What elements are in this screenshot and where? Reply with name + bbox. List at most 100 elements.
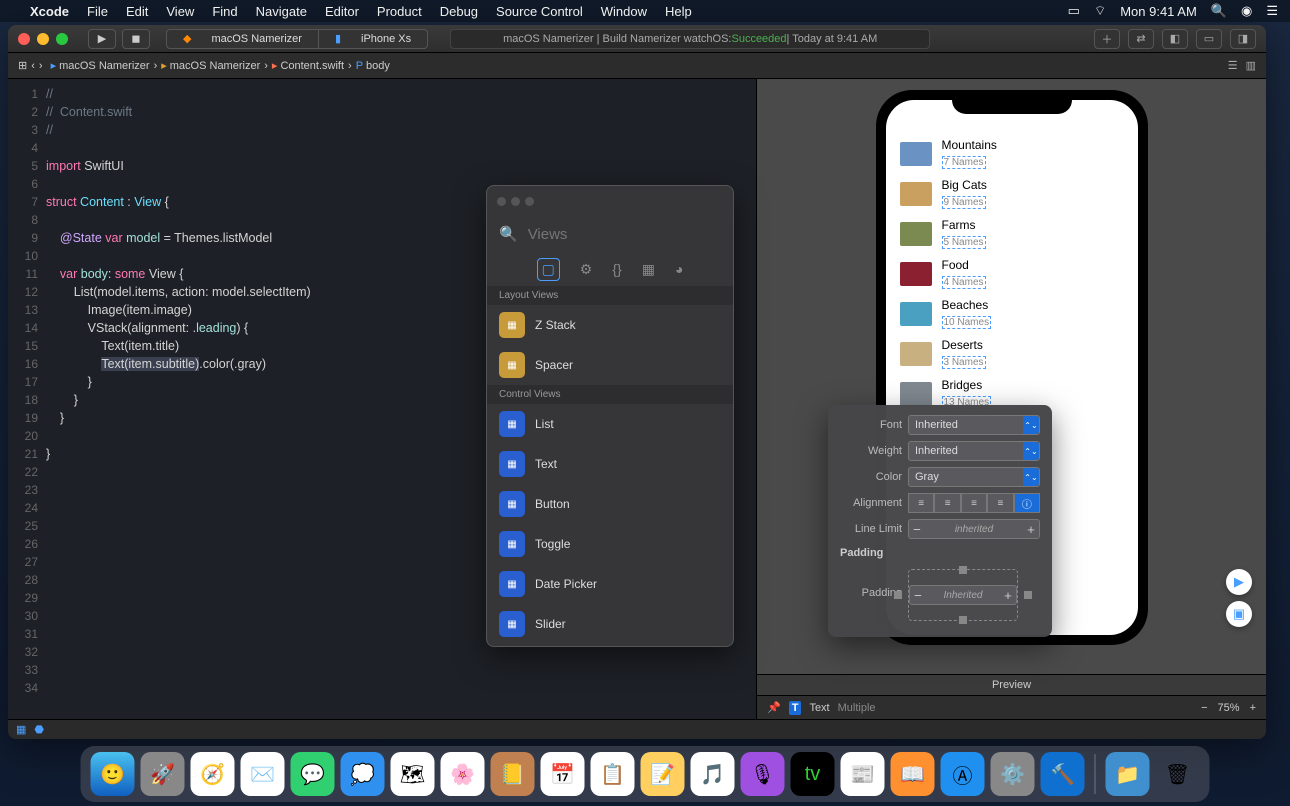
align-justify-button[interactable]: ≡ bbox=[987, 493, 1013, 513]
window-close-button[interactable] bbox=[18, 33, 30, 45]
padding-handle-top[interactable] bbox=[959, 566, 967, 574]
library-item[interactable]: ▦List bbox=[487, 404, 733, 444]
font-select[interactable]: Inherited⌃⌄ bbox=[908, 415, 1040, 435]
library-item[interactable]: ▦Text bbox=[487, 444, 733, 484]
list-row[interactable]: Food4 Names bbox=[886, 254, 1138, 294]
list-row[interactable]: Mountains7 Names bbox=[886, 134, 1138, 174]
library-item[interactable]: ▦Z Stack bbox=[487, 305, 733, 345]
colors-tab-icon[interactable]: ◕ bbox=[675, 261, 683, 277]
library-search-input[interactable] bbox=[528, 226, 727, 243]
dock-app-photos[interactable]: 🌸 bbox=[441, 752, 485, 796]
list-row[interactable]: Farms5 Names bbox=[886, 214, 1138, 254]
window-zoom-button[interactable] bbox=[56, 33, 68, 45]
line-limit-stepper[interactable]: −inherited+ bbox=[908, 519, 1040, 539]
menu-navigate[interactable]: Navigate bbox=[256, 4, 307, 19]
dock-app-tv[interactable]: tv bbox=[791, 752, 835, 796]
dock-app-xcode[interactable]: 🔨 bbox=[1041, 752, 1085, 796]
airplay-icon[interactable]: ▭ bbox=[1068, 3, 1080, 19]
align-trailing-button[interactable]: ≡ bbox=[961, 493, 987, 513]
breadcrumb[interactable]: ▸macOS Namerizer bbox=[161, 59, 260, 72]
dock-app-finder[interactable]: 🙂 bbox=[91, 752, 135, 796]
menu-source-control[interactable]: Source Control bbox=[496, 4, 583, 19]
toggle-breakpoints-icon[interactable]: ▦ bbox=[16, 723, 26, 736]
list-row[interactable]: Big Cats9 Names bbox=[886, 174, 1138, 214]
dock-app-launchpad[interactable]: 🚀 bbox=[141, 752, 185, 796]
breadcrumb[interactable]: P body bbox=[356, 60, 390, 72]
align-info-button[interactable]: ⓘ bbox=[1014, 493, 1040, 513]
live-preview-button[interactable]: ▶ bbox=[1226, 569, 1252, 595]
dock-app-music[interactable]: 🎵 bbox=[691, 752, 735, 796]
modifiers-tab-icon[interactable]: ⚙ bbox=[580, 261, 593, 278]
dock-app-messages[interactable]: 💬 bbox=[291, 752, 335, 796]
adjust-editor-icon[interactable]: ▥ bbox=[1246, 59, 1256, 72]
toggle-debug-button[interactable]: ▭ bbox=[1196, 29, 1222, 49]
nav-back-icon[interactable]: ‹ bbox=[31, 60, 35, 72]
padding-handle-left[interactable] bbox=[894, 591, 902, 599]
menu-edit[interactable]: Edit bbox=[126, 4, 148, 19]
code-review-button[interactable]: ⇄ bbox=[1128, 29, 1154, 49]
debug-step-icon[interactable]: ⬣ bbox=[34, 723, 44, 736]
menu-find[interactable]: Find bbox=[212, 4, 237, 19]
padding-stepper[interactable]: −Inherited+ bbox=[909, 585, 1017, 605]
menu-view[interactable]: View bbox=[166, 4, 194, 19]
siri-icon[interactable]: ◉ bbox=[1241, 3, 1252, 19]
related-items-icon[interactable]: ⊞ bbox=[18, 59, 27, 72]
align-leading-button[interactable]: ≡ bbox=[908, 493, 934, 513]
dock-app-books[interactable]: 📖 bbox=[891, 752, 935, 796]
menu-help[interactable]: Help bbox=[665, 4, 692, 19]
views-tab-icon[interactable]: ▢ bbox=[537, 258, 560, 281]
list-row[interactable]: Deserts3 Names bbox=[886, 334, 1138, 374]
list-row[interactable]: Beaches10 Names bbox=[886, 294, 1138, 334]
dock-downloads[interactable]: 📁 bbox=[1106, 752, 1150, 796]
toggle-navigator-button[interactable]: ◧ bbox=[1162, 29, 1188, 49]
media-tab-icon[interactable]: ▦ bbox=[642, 261, 655, 278]
dock-trash[interactable]: 🗑 bbox=[1156, 752, 1200, 796]
library-item[interactable]: ▦Slider bbox=[487, 604, 733, 644]
editor-options-icon[interactable]: ☰ bbox=[1228, 59, 1238, 72]
run-button[interactable]: ▶ bbox=[88, 29, 116, 49]
library-item[interactable]: ▦Toggle bbox=[487, 524, 733, 564]
menubar-clock[interactable]: Mon 9:41 AM bbox=[1120, 4, 1197, 19]
dock-app-maps[interactable]: 🗺 bbox=[391, 752, 435, 796]
dock-app-reminders[interactable]: 📋 bbox=[591, 752, 635, 796]
dock-app-calendar[interactable]: 📅 bbox=[541, 752, 585, 796]
dock-app-podcasts[interactable]: 🎙 bbox=[741, 752, 785, 796]
dock-app-mail[interactable]: ✉️ bbox=[241, 752, 285, 796]
window-minimize-button[interactable] bbox=[37, 33, 49, 45]
library-item[interactable]: ▦Button bbox=[487, 484, 733, 524]
menu-product[interactable]: Product bbox=[377, 4, 422, 19]
control-center-icon[interactable]: ☰ bbox=[1266, 3, 1278, 19]
wifi-icon[interactable]: ⌔ bbox=[1094, 3, 1106, 19]
zoom-in-button[interactable]: + bbox=[1250, 702, 1256, 714]
menu-editor[interactable]: Editor bbox=[325, 4, 359, 19]
dock-app-settings[interactable]: ⚙️ bbox=[991, 752, 1035, 796]
toggle-inspector-button[interactable]: ◨ bbox=[1230, 29, 1256, 49]
scheme-selector[interactable]: ◆macOS Namerizer ▮iPhone Xs bbox=[166, 29, 428, 49]
spotlight-icon[interactable]: 🔍 bbox=[1211, 3, 1227, 19]
snippets-tab-icon[interactable]: {} bbox=[612, 261, 621, 277]
library-item[interactable]: ▦Date Picker bbox=[487, 564, 733, 604]
dock-app-news[interactable]: 📰 bbox=[841, 752, 885, 796]
stop-button[interactable]: ◼ bbox=[122, 29, 150, 49]
padding-handle-bottom[interactable] bbox=[959, 616, 967, 624]
dock-app-contacts[interactable]: 📒 bbox=[491, 752, 535, 796]
menu-file[interactable]: File bbox=[87, 4, 108, 19]
align-center-button[interactable]: ≡ bbox=[934, 493, 960, 513]
menu-window[interactable]: Window bbox=[601, 4, 647, 19]
menubar-app-name[interactable]: Xcode bbox=[30, 4, 69, 19]
device-settings-button[interactable]: ▣ bbox=[1226, 601, 1252, 627]
library-button[interactable]: ＋ bbox=[1094, 29, 1120, 49]
dock-app-chat[interactable]: 💭 bbox=[341, 752, 385, 796]
color-select[interactable]: Gray⌃⌄ bbox=[908, 467, 1040, 487]
menu-debug[interactable]: Debug bbox=[440, 4, 478, 19]
nav-forward-icon[interactable]: › bbox=[39, 60, 43, 72]
zoom-out-button[interactable]: − bbox=[1201, 702, 1207, 714]
padding-handle-right[interactable] bbox=[1024, 591, 1032, 599]
dock-app-appstore[interactable]: Ⓐ bbox=[941, 752, 985, 796]
dock-app-notes[interactable]: 📝 bbox=[641, 752, 685, 796]
pin-icon[interactable]: 📌 bbox=[767, 701, 781, 714]
breadcrumb[interactable]: ▸macOS Namerizer bbox=[51, 59, 150, 72]
library-item[interactable]: ▦Spacer bbox=[487, 345, 733, 385]
weight-select[interactable]: Inherited⌃⌄ bbox=[908, 441, 1040, 461]
dock-app-safari[interactable]: 🧭 bbox=[191, 752, 235, 796]
